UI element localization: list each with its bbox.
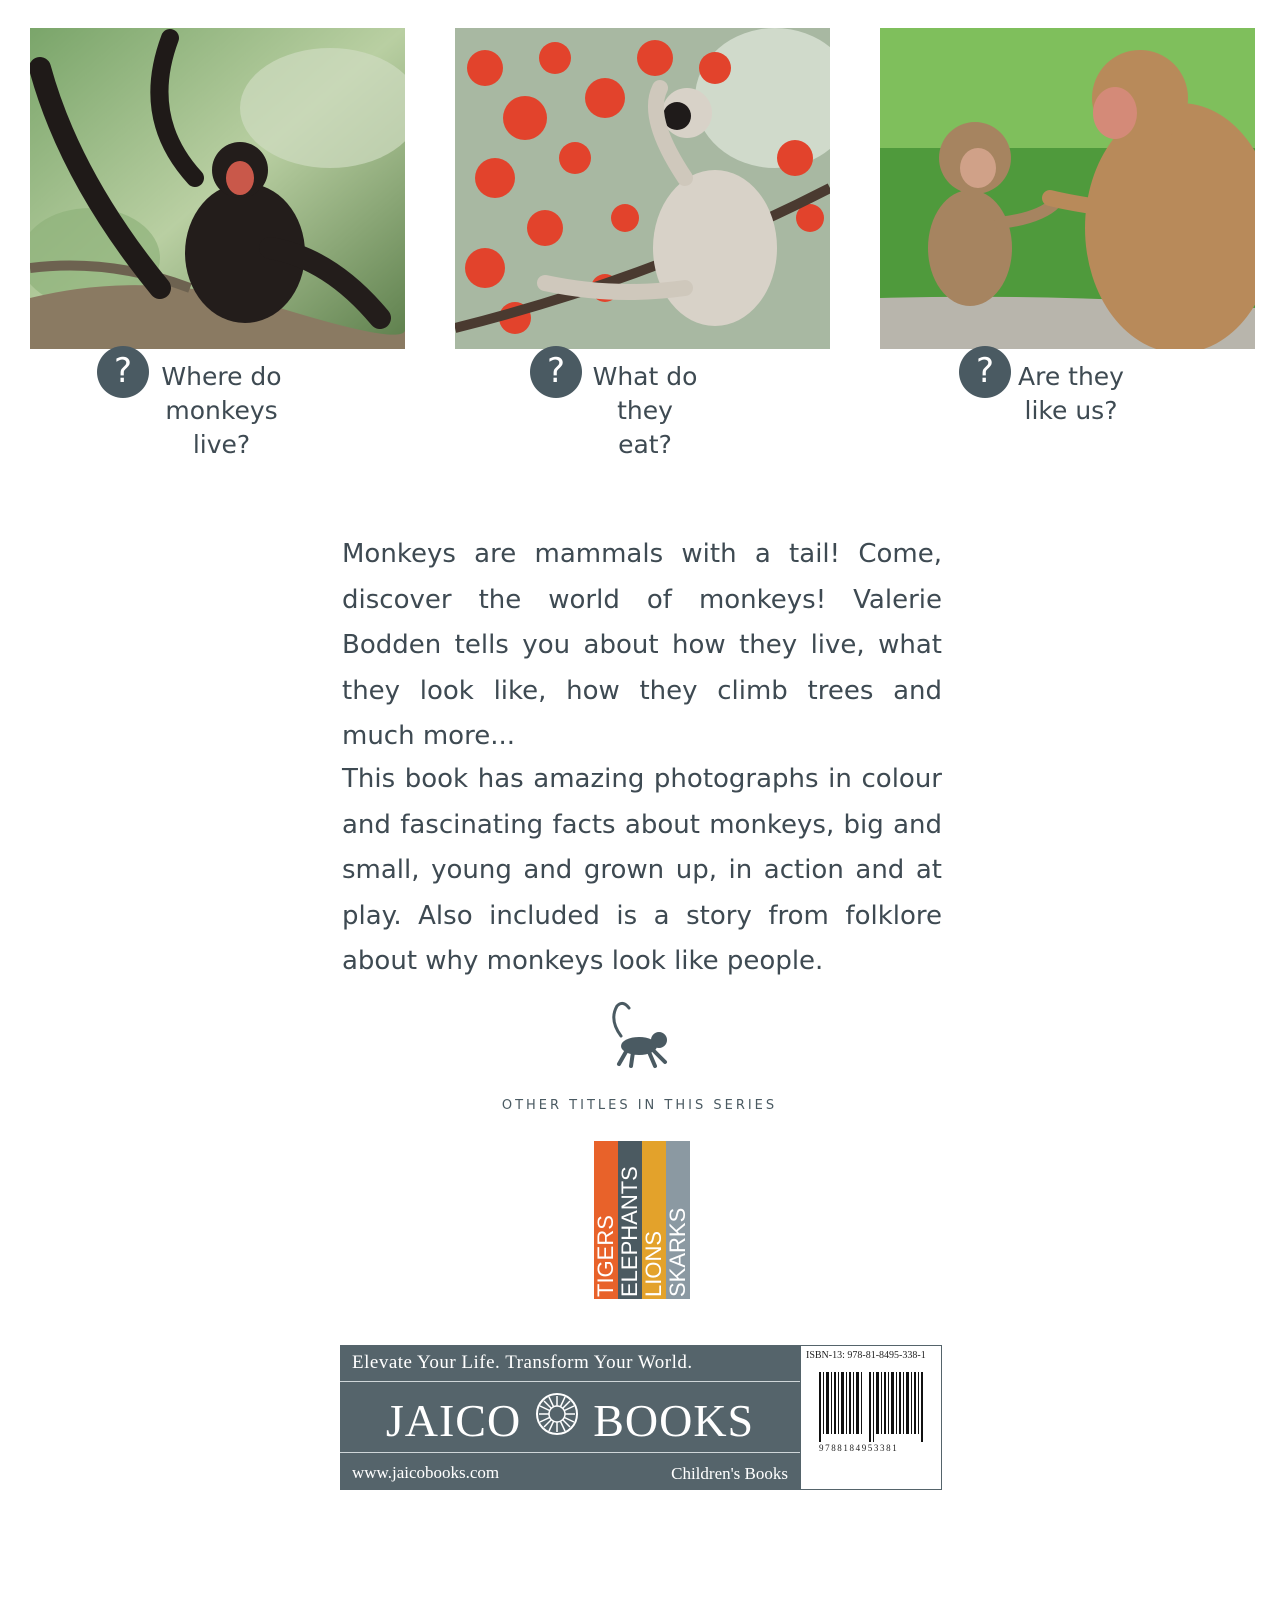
series-title-lions[interactable]: LIONS [641, 1141, 666, 1299]
question-line: Are they [1018, 362, 1124, 391]
series-title-tigers[interactable]: TIGERS [593, 1141, 618, 1299]
sun-logo-icon [535, 1391, 579, 1451]
series-title-sharks[interactable]: SKARKS [665, 1141, 690, 1299]
question-badge: ? [530, 346, 582, 398]
publisher-block: Elevate Your Life. Transform Your World.… [340, 1345, 800, 1490]
question-caption: What do they eat? [590, 360, 700, 462]
series-heading: OTHER TITLES IN THIS SERIES [501, 1098, 778, 1113]
barcode-icon [819, 1372, 923, 1442]
question-line: What do [592, 362, 698, 391]
photo-langur-eating-flowers [455, 28, 830, 349]
book-category: Children's Books [671, 1464, 788, 1483]
divider [340, 1381, 800, 1382]
question-caption: Are they like us? [1016, 360, 1126, 428]
series-title-elephants[interactable]: ELEPHANTS [617, 1141, 642, 1299]
blurb-paragraph: This book has amazing photographs in col… [342, 764, 942, 976]
photo-spider-monkey [30, 28, 405, 349]
blurb-paragraph: Monkeys are mammals with a tail! Come, d… [342, 539, 942, 751]
series-title-label: TIGERS [593, 1215, 618, 1297]
barcode-digits: 9788184953381 [819, 1443, 899, 1453]
publisher-tagline: Elevate Your Life. Transform Your World. [352, 1352, 693, 1373]
series-title-label: SKARKS [665, 1207, 690, 1297]
isbn-number: ISBN-13: 978-81-8495-338-1 [806, 1350, 926, 1361]
divider [340, 1452, 800, 1453]
publisher-name-right: BOOKS [593, 1395, 755, 1447]
question-badge: ? [97, 346, 149, 398]
question-badge: ? [959, 346, 1011, 398]
barcode-box: ISBN-13: 978-81-8495-338-1 9788184953381 [800, 1345, 942, 1490]
monkey-icon [603, 1000, 683, 1070]
publisher-logo: JAICO BOOKS [340, 1387, 800, 1451]
photo-macaque-mother-baby [880, 28, 1255, 349]
question-line: Where do [161, 362, 282, 391]
publisher-website-link[interactable]: www.jaicobooks.com [352, 1463, 499, 1483]
question-caption: Where do monkeys live? [144, 360, 299, 462]
question-line: monkeys live? [165, 396, 278, 459]
question-line: they eat? [617, 396, 673, 459]
series-title-label: LIONS [641, 1230, 666, 1297]
series-title-label: ELEPHANTS [617, 1166, 642, 1297]
publisher-name-left: JAICO [385, 1395, 522, 1447]
question-line: like us? [1024, 396, 1118, 425]
